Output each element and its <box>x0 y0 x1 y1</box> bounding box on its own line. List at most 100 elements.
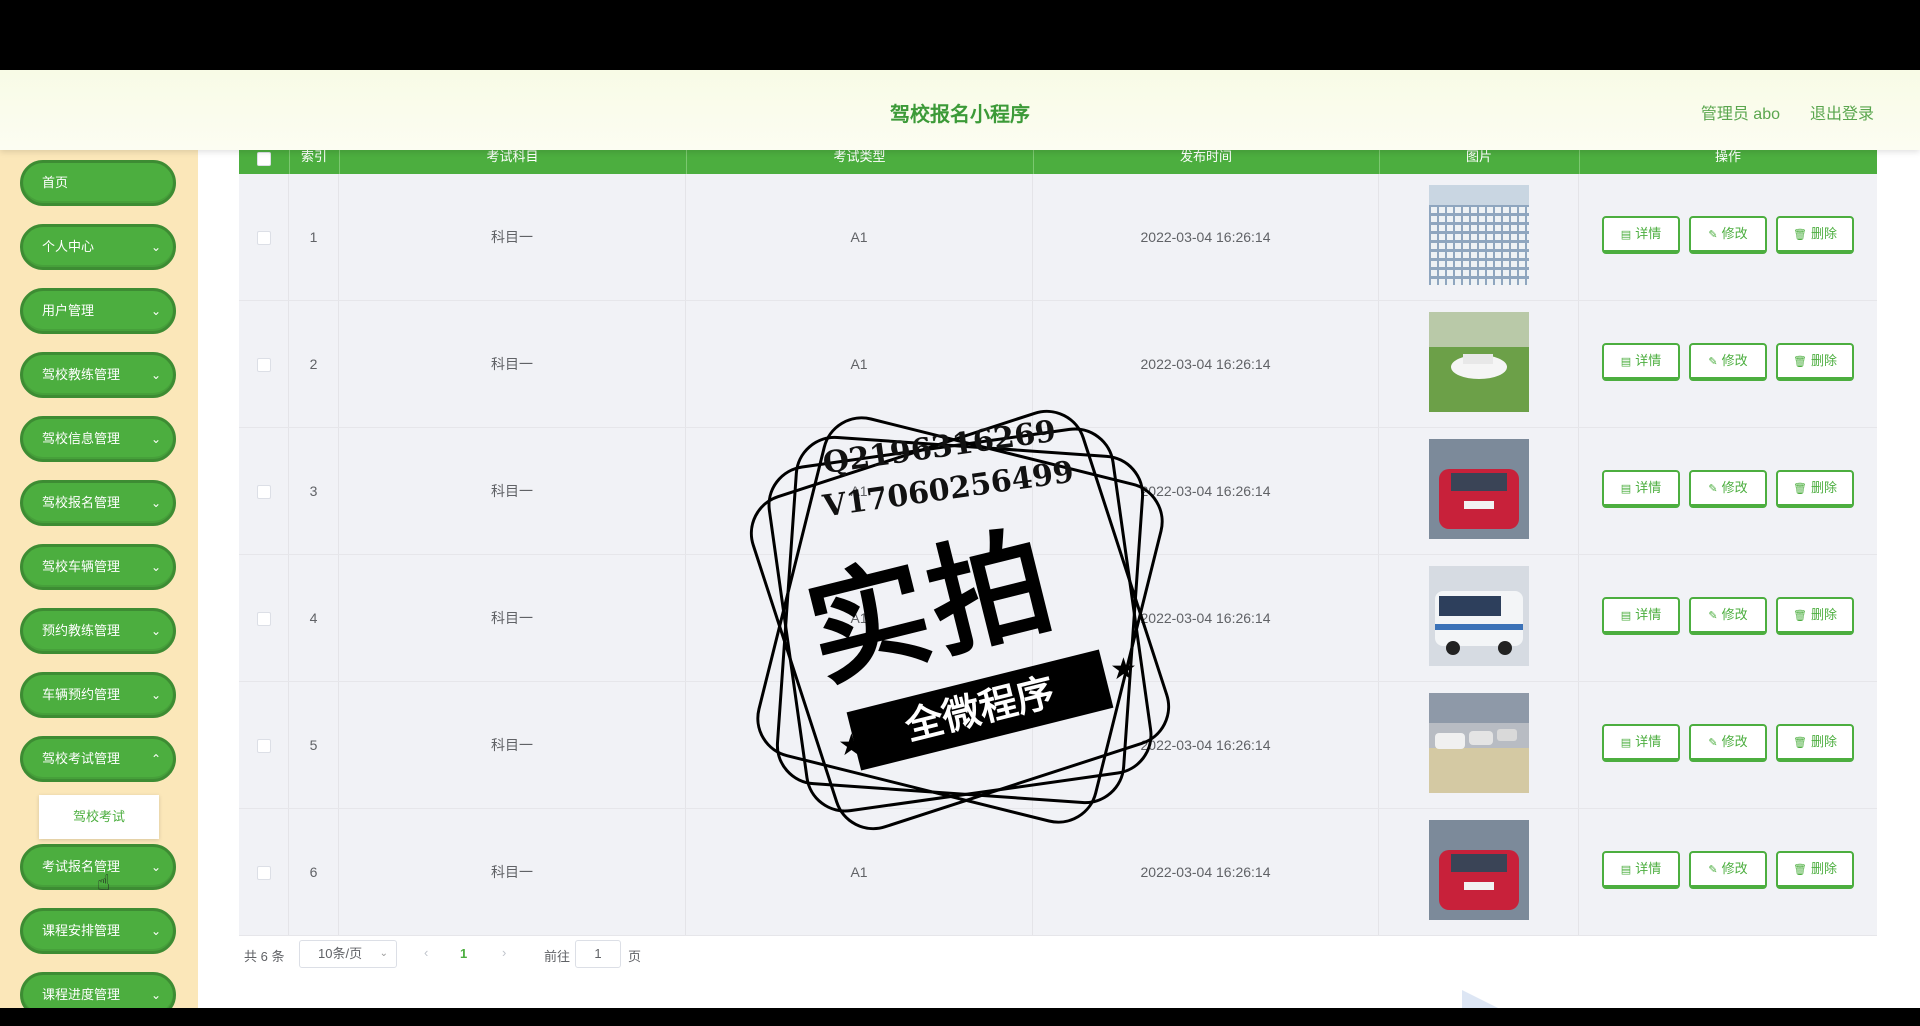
edit-button[interactable]: ✎ 修改 <box>1689 470 1767 508</box>
header-select-all[interactable] <box>239 150 290 174</box>
row-checkbox[interactable] <box>256 739 271 754</box>
delete-button[interactable]: 🗑 删除 <box>1776 724 1854 762</box>
cell-index: 4 <box>289 555 339 681</box>
chevron-down-icon: ⌄ <box>150 924 161 938</box>
delete-button[interactable]: 🗑 删除 <box>1776 216 1854 254</box>
trash-icon: 🗑 <box>1793 229 1807 241</box>
chevron-down-icon: ⌄ <box>150 240 161 254</box>
sidebar-item-user-management[interactable]: 用户管理 ⌄ <box>20 288 176 334</box>
sidebar-item-vehicle-management[interactable]: 驾校车辆管理 ⌄ <box>20 544 176 590</box>
delete-button[interactable]: 🗑 删除 <box>1776 851 1854 889</box>
cell-index: 5 <box>289 682 339 808</box>
row-checkbox[interactable] <box>256 231 271 246</box>
header-subject: 考试科目 <box>339 150 687 174</box>
row-checkbox[interactable] <box>256 485 271 500</box>
cell-index: 1 <box>289 174 339 300</box>
sidebar-item-course-progress-management[interactable]: 课程进度管理 ⌄ <box>20 972 176 1008</box>
cell-actions: ▤ 详情 ✎ 修改 🗑 删除 <box>1579 428 1877 554</box>
detail-button[interactable]: ▤ 详情 <box>1602 851 1680 889</box>
delete-button-label: 删除 <box>1810 607 1837 622</box>
edit-button-label: 修改 <box>1721 861 1748 876</box>
cell-image <box>1379 301 1579 427</box>
cell-type: A1 <box>686 174 1033 300</box>
thumbnail-image[interactable] <box>1429 439 1529 539</box>
detail-button-label: 详情 <box>1635 480 1662 495</box>
cell-subject: 科目一 <box>339 301 686 427</box>
cell-index: 6 <box>289 809 339 935</box>
detail-button[interactable]: ▤ 详情 <box>1602 597 1680 635</box>
thumbnail-image[interactable] <box>1429 185 1529 285</box>
sidebar-item-label: 驾校教练管理 <box>42 367 121 382</box>
sidebar-item-coach-booking-management[interactable]: 预约教练管理 ⌄ <box>20 608 176 654</box>
cell-subject: 科目一 <box>339 428 686 554</box>
sidebar-item-label: 驾校报名管理 <box>42 495 121 510</box>
goto-page-input[interactable]: 1 <box>575 940 621 968</box>
delete-button-label: 删除 <box>1810 353 1837 368</box>
edit-button-label: 修改 <box>1721 607 1748 622</box>
sidebar-item-vehicle-booking-management[interactable]: 车辆预约管理 ⌄ <box>20 672 176 718</box>
delete-button[interactable]: 🗑 删除 <box>1776 470 1854 508</box>
sidebar-item-label: 驾校车辆管理 <box>42 559 121 574</box>
header-type: 考试类型 <box>686 150 1034 174</box>
sidebar-item-home[interactable]: 首页 <box>20 160 176 206</box>
pencil-icon: ✎ <box>1708 229 1718 241</box>
table-row: 4 科目一 A1 2022-03-04 16:26:14 ▤ 详情 ✎ 修改 🗑 删除 <box>239 555 1877 682</box>
cell-image <box>1379 174 1579 300</box>
edit-button[interactable]: ✎ 修改 <box>1689 343 1767 381</box>
cell-image <box>1379 428 1579 554</box>
sidebar-item-exam-management[interactable]: 驾校考试管理 ⌃ <box>20 736 176 782</box>
sidebar-item-enrollment-management[interactable]: 驾校报名管理 ⌄ <box>20 480 176 526</box>
table-row: 6 科目一 A1 2022-03-04 16:26:14 ▤ 详情 ✎ 修改 🗑 删除 <box>239 809 1877 936</box>
cell-time: 2022-03-04 16:26:14 <box>1033 682 1379 808</box>
prev-page-button[interactable]: ‹ <box>424 945 428 960</box>
submenu-item-exam[interactable]: 驾校考试 <box>39 795 159 839</box>
detail-button[interactable]: ▤ 详情 <box>1602 724 1680 762</box>
sidebar-item-coach-management[interactable]: 驾校教练管理 ⌄ <box>20 352 176 398</box>
thumbnail-image[interactable] <box>1429 312 1529 412</box>
sidebar-item-label: 预约教练管理 <box>42 623 121 638</box>
thumbnail-image[interactable] <box>1429 693 1529 793</box>
document-icon: ▤ <box>1620 737 1632 749</box>
thumbnail-image[interactable] <box>1429 820 1529 920</box>
edit-button[interactable]: ✎ 修改 <box>1689 597 1767 635</box>
delete-button[interactable]: 🗑 删除 <box>1776 597 1854 635</box>
sidebar-item-label: 车辆预约管理 <box>42 687 121 702</box>
edit-button[interactable]: ✎ 修改 <box>1689 724 1767 762</box>
goto-label: 前往 <box>544 949 571 964</box>
cell-time: 2022-03-04 16:26:14 <box>1033 428 1379 554</box>
page-size-select[interactable]: 10条/页 ⌄ <box>299 940 397 968</box>
sidebar-item-label: 首页 <box>42 175 69 190</box>
edit-button-label: 修改 <box>1721 734 1748 749</box>
detail-button[interactable]: ▤ 详情 <box>1602 343 1680 381</box>
thumbnail-image[interactable] <box>1429 566 1529 666</box>
sidebar-item-course-schedule-management[interactable]: 课程安排管理 ⌄ <box>20 908 176 954</box>
cell-type: A1 <box>686 682 1033 808</box>
row-checkbox[interactable] <box>256 612 271 627</box>
table-row: 5 科目一 A1 2022-03-04 16:26:14 ▤ 详情 ✎ 修改 🗑 删除 <box>239 682 1877 809</box>
delete-button[interactable]: 🗑 删除 <box>1776 343 1854 381</box>
select-all-checkbox[interactable] <box>257 152 271 166</box>
next-page-button[interactable]: › <box>502 945 506 960</box>
cell-image <box>1379 809 1579 935</box>
row-checkbox[interactable] <box>256 866 271 881</box>
header-index: 索引 <box>289 150 340 174</box>
trash-icon: 🗑 <box>1793 356 1807 368</box>
cell-image <box>1379 555 1579 681</box>
chevron-down-icon: ⌄ <box>150 304 161 318</box>
sidebar-item-personal-center[interactable]: 个人中心 ⌄ <box>20 224 176 270</box>
row-checkbox[interactable] <box>256 358 271 373</box>
row-select-cell <box>239 555 289 681</box>
trash-icon: 🗑 <box>1793 737 1807 749</box>
detail-button[interactable]: ▤ 详情 <box>1602 470 1680 508</box>
row-select-cell <box>239 809 289 935</box>
chevron-down-icon: ⌄ <box>150 988 161 1002</box>
pencil-icon: ✎ <box>1708 483 1718 495</box>
edit-button[interactable]: ✎ 修改 <box>1689 216 1767 254</box>
edit-button[interactable]: ✎ 修改 <box>1689 851 1767 889</box>
detail-button[interactable]: ▤ 详情 <box>1602 216 1680 254</box>
sidebar-item-school-info-management[interactable]: 驾校信息管理 ⌄ <box>20 416 176 462</box>
page-number[interactable]: 1 <box>460 946 467 961</box>
logout-link[interactable]: 退出登录 <box>1810 100 1874 124</box>
document-icon: ▤ <box>1620 483 1632 495</box>
edit-button-label: 修改 <box>1721 353 1748 368</box>
